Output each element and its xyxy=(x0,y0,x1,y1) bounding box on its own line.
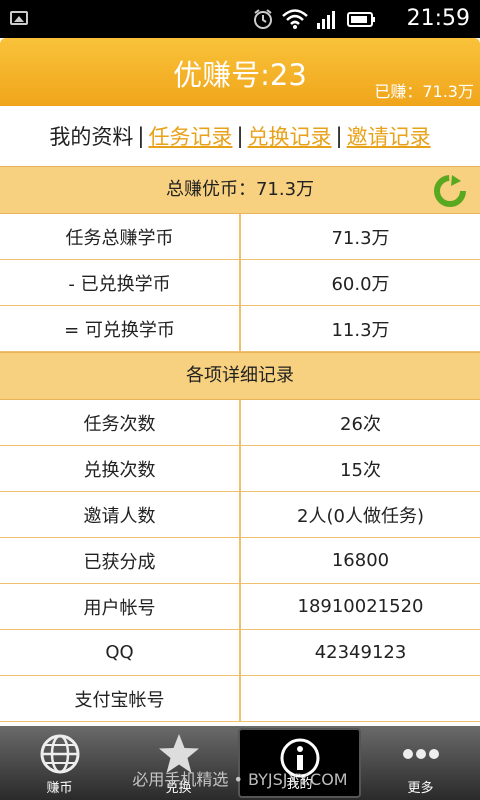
row-value: 71.3万 xyxy=(331,227,390,249)
refresh-icon[interactable] xyxy=(434,175,466,207)
row-label: = 可兑换学币 xyxy=(0,306,241,351)
row-label: 任务总赚学币 xyxy=(0,214,241,259)
row-label: 任务次数 xyxy=(0,400,241,445)
alarm-icon xyxy=(254,9,272,29)
tab-exchange-log[interactable]: 兑换记录 xyxy=(248,121,332,151)
table-row: 用户帐号 18910021520 xyxy=(0,584,480,630)
summary-table: 任务总赚学币 71.3万 - 已兑换学币 60.0万 = 可兑换学币 11.3万 xyxy=(0,214,480,352)
tab-separator: | xyxy=(236,124,244,148)
table-row: 兑换次数 15次 xyxy=(0,446,480,492)
detail-table: 任务次数 26次 兑换次数 15次 邀请人数 2人(0人做任务) 已获分成 16… xyxy=(0,400,480,722)
clock: 21:59 xyxy=(406,6,470,31)
table-row: 任务总赚学币 71.3万 xyxy=(0,214,480,260)
table-row: 已获分成 16800 xyxy=(0,538,480,584)
table-row: - 已兑换学币 60.0万 xyxy=(0,260,480,306)
tab-separator: | xyxy=(335,124,343,148)
row-label: - 已兑换学币 xyxy=(0,260,241,305)
row-value: 60.0万 xyxy=(331,273,390,295)
row-value xyxy=(241,676,480,721)
detail-records-header: 各项详细记录 xyxy=(0,352,480,400)
row-value: 26次 xyxy=(340,413,381,435)
watermark: 必用手机精选 • BYJSJXY.COM xyxy=(132,770,348,789)
signal-icon xyxy=(317,11,335,29)
table-row: = 可兑换学币 11.3万 xyxy=(0,306,480,352)
row-label: 邀请人数 xyxy=(0,492,241,537)
table-row: QQ 42349123 xyxy=(0,630,480,676)
tab-separator: | xyxy=(137,124,145,148)
row-value: 16800 xyxy=(331,550,390,571)
row-value: 11.3万 xyxy=(331,319,390,341)
tab-invite-log[interactable]: 邀请记录 xyxy=(347,121,431,151)
row-value: 18910021520 xyxy=(297,596,424,617)
total-coins-header: 总赚优币：71.3万 xyxy=(0,166,480,214)
row-value: 2人(0人做任务) xyxy=(297,505,424,527)
image-notification-icon xyxy=(10,11,28,25)
app-header: 优赚号:23 已赚：71.3万 xyxy=(0,38,480,106)
row-value: 15次 xyxy=(340,459,381,481)
table-row: 支付宝帐号 xyxy=(0,676,480,722)
status-icons xyxy=(252,8,376,30)
tab-task-log[interactable]: 任务记录 xyxy=(148,121,232,151)
detail-records-label: 各项详细记录 xyxy=(186,365,294,386)
earned-total: 已赚：71.3万 xyxy=(374,82,474,101)
table-row: 任务次数 26次 xyxy=(0,400,480,446)
battery-icon xyxy=(347,12,375,27)
row-label: 已获分成 xyxy=(0,538,241,583)
row-value: 42349123 xyxy=(314,642,407,663)
total-coins-label: 总赚优币：71.3万 xyxy=(165,179,315,200)
status-bar: 21:59 xyxy=(0,0,480,38)
profile-tabs: 我的资料 | 任务记录 | 兑换记录 | 邀请记录 xyxy=(0,106,480,166)
row-label: QQ xyxy=(0,630,241,675)
table-row: 邀请人数 2人(0人做任务) xyxy=(0,492,480,538)
row-label: 支付宝帐号 xyxy=(0,676,241,721)
row-label: 用户帐号 xyxy=(0,584,241,629)
row-label: 兑换次数 xyxy=(0,446,241,491)
tab-my-profile[interactable]: 我的资料 xyxy=(49,121,133,151)
wifi-icon xyxy=(282,9,308,29)
